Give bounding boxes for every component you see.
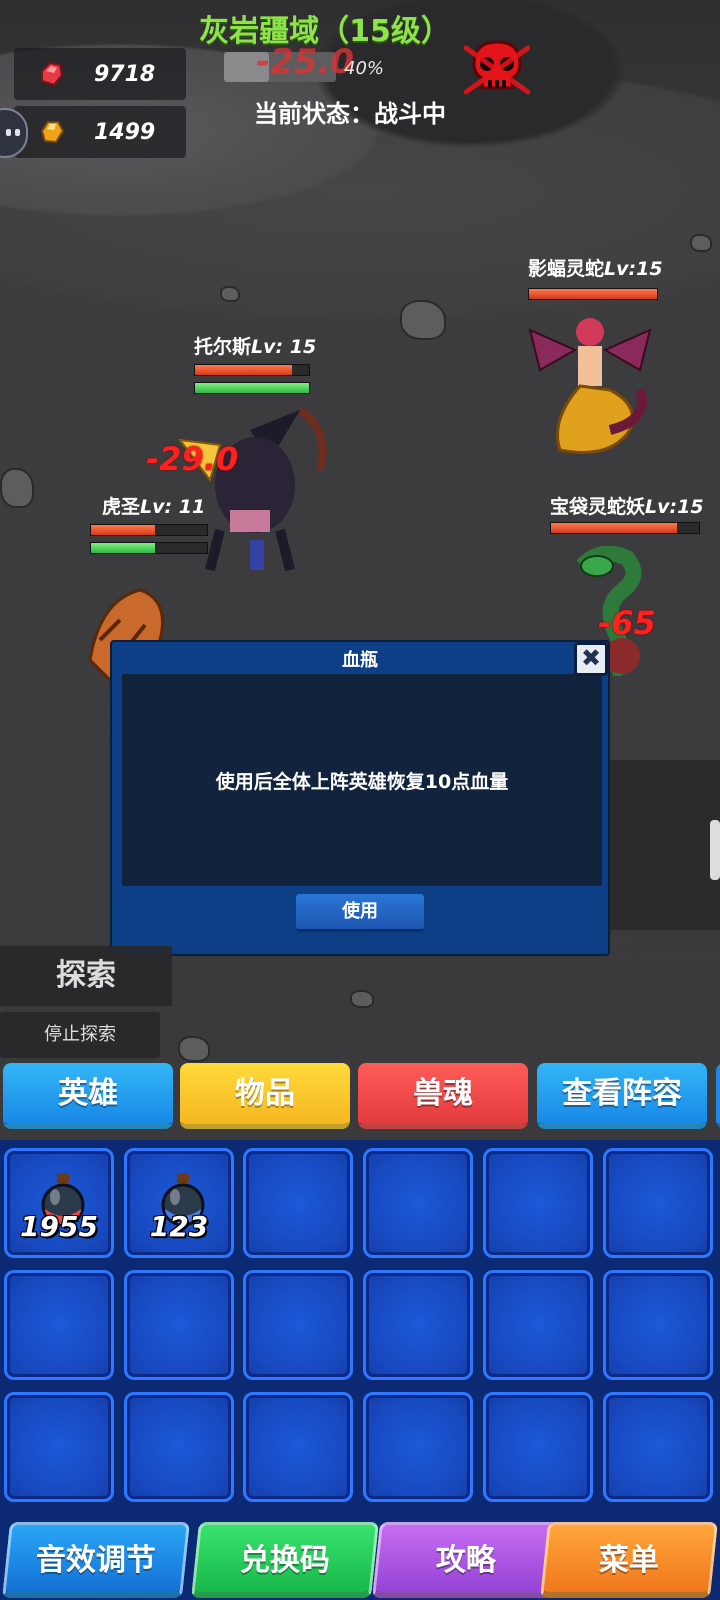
battle-status: 当前状态：战斗中 — [254, 100, 446, 128]
unit-name-bat-snake: 影蝠灵蛇Lv:15 — [528, 258, 663, 280]
ground-shadow — [600, 760, 720, 930]
rock — [690, 234, 712, 252]
unit-hp-bar-husheng — [90, 524, 208, 536]
redeem-code-button[interactable]: 兑换码 — [191, 1522, 379, 1598]
hp-fill — [551, 523, 677, 533]
rock — [178, 1036, 210, 1062]
eye-icon — [6, 129, 11, 136]
hero-sprite-tors[interactable] — [150, 390, 350, 590]
rock — [400, 300, 446, 340]
inventory-slot[interactable] — [363, 1270, 473, 1380]
unit-name-husheng: 虎圣Lv: 11 — [102, 496, 206, 518]
menu-button[interactable]: 菜单 — [540, 1522, 718, 1598]
inventory-slot[interactable] — [483, 1148, 593, 1258]
sp-fill — [91, 543, 155, 553]
zone-progress-text: 40% — [344, 58, 385, 79]
unit-hp-bar-bag-snake — [550, 522, 700, 534]
inventory-slot[interactable]: 123 — [124, 1148, 234, 1258]
guide-button[interactable]: 攻略 — [372, 1522, 560, 1598]
unit-name-tors: 托尔斯Lv: 15 — [194, 336, 317, 358]
gold-gem-counter: 1499 — [14, 106, 186, 158]
scroll-handle[interactable] — [710, 820, 720, 880]
inventory-slot[interactable]: 1955 — [4, 1148, 114, 1258]
inventory-slot[interactable] — [4, 1270, 114, 1380]
inventory-slot[interactable] — [363, 1148, 473, 1258]
inventory-slot[interactable] — [603, 1392, 713, 1502]
unit-sp-bar-husheng — [90, 542, 208, 554]
inventory-slot[interactable] — [483, 1392, 593, 1502]
inventory-slot[interactable] — [243, 1270, 353, 1380]
unit-hp-bar-tors — [194, 364, 310, 376]
stop-explore-button[interactable]: 停止探索 — [0, 1012, 160, 1058]
popup-body: 使用后全体上阵英雄恢复10点血量 — [122, 674, 602, 886]
hp-fill — [195, 365, 292, 375]
item-detail-popup: 血瓶 使用后全体上阵英雄恢复10点血量 使用 — [110, 640, 610, 956]
red-gem-icon — [41, 61, 64, 87]
item-count: 123 — [149, 1210, 209, 1243]
use-button[interactable]: 使用 — [296, 894, 424, 932]
popup-title: 血瓶 — [342, 650, 378, 671]
inventory-slot[interactable] — [243, 1392, 353, 1502]
inventory-slot[interactable] — [124, 1270, 234, 1380]
enemy-sprite-bat-snake[interactable] — [520, 310, 660, 460]
red-gem-value: 9718 — [94, 61, 156, 87]
tab-view-team[interactable]: 查看阵容 — [537, 1063, 707, 1129]
inventory-slot[interactable] — [603, 1148, 713, 1258]
unit-name-bag-snake: 宝袋灵蛇妖Lv:15 — [550, 496, 704, 518]
popup-description: 使用后全体上阵英雄恢复10点血量 — [215, 770, 509, 793]
floating-damage-bag-snake: -65 — [598, 604, 656, 642]
inventory-grid: 1955 123 — [0, 1140, 720, 1510]
unit-hp-bar-bat-snake — [528, 288, 658, 300]
zone-title: 灰岩疆域（15级） — [199, 14, 451, 49]
tab-overflow[interactable] — [716, 1063, 720, 1129]
inventory-slot[interactable] — [243, 1148, 353, 1258]
close-icon[interactable]: ✖ — [574, 642, 608, 676]
inventory-slot[interactable] — [363, 1392, 473, 1502]
inventory-slot[interactable] — [483, 1270, 593, 1380]
item-count: 1955 — [20, 1210, 98, 1243]
eye-icon — [15, 129, 20, 136]
hp-fill — [529, 289, 657, 299]
inventory-slot[interactable] — [4, 1392, 114, 1502]
floating-damage-top: -25.0 — [256, 42, 354, 82]
red-gem-counter: 9718 — [14, 48, 186, 100]
tab-item[interactable]: 物品 — [180, 1063, 350, 1129]
rock — [0, 468, 34, 508]
rock — [220, 286, 240, 302]
inventory-slot[interactable] — [124, 1392, 234, 1502]
floating-damage-tors: -29.0 — [146, 440, 239, 478]
rock — [350, 990, 374, 1008]
gold-gem-icon — [40, 121, 65, 144]
tab-hero[interactable]: 英雄 — [3, 1063, 173, 1129]
tab-soul[interactable]: 兽魂 — [358, 1063, 528, 1129]
gold-gem-value: 1499 — [94, 119, 156, 145]
explore-label: 探索 — [0, 946, 172, 1006]
inventory-slot[interactable] — [603, 1270, 713, 1380]
hp-fill — [91, 525, 155, 535]
sound-settings-button[interactable]: 音效调节 — [2, 1522, 190, 1598]
boss-skull-icon[interactable] — [464, 36, 530, 102]
